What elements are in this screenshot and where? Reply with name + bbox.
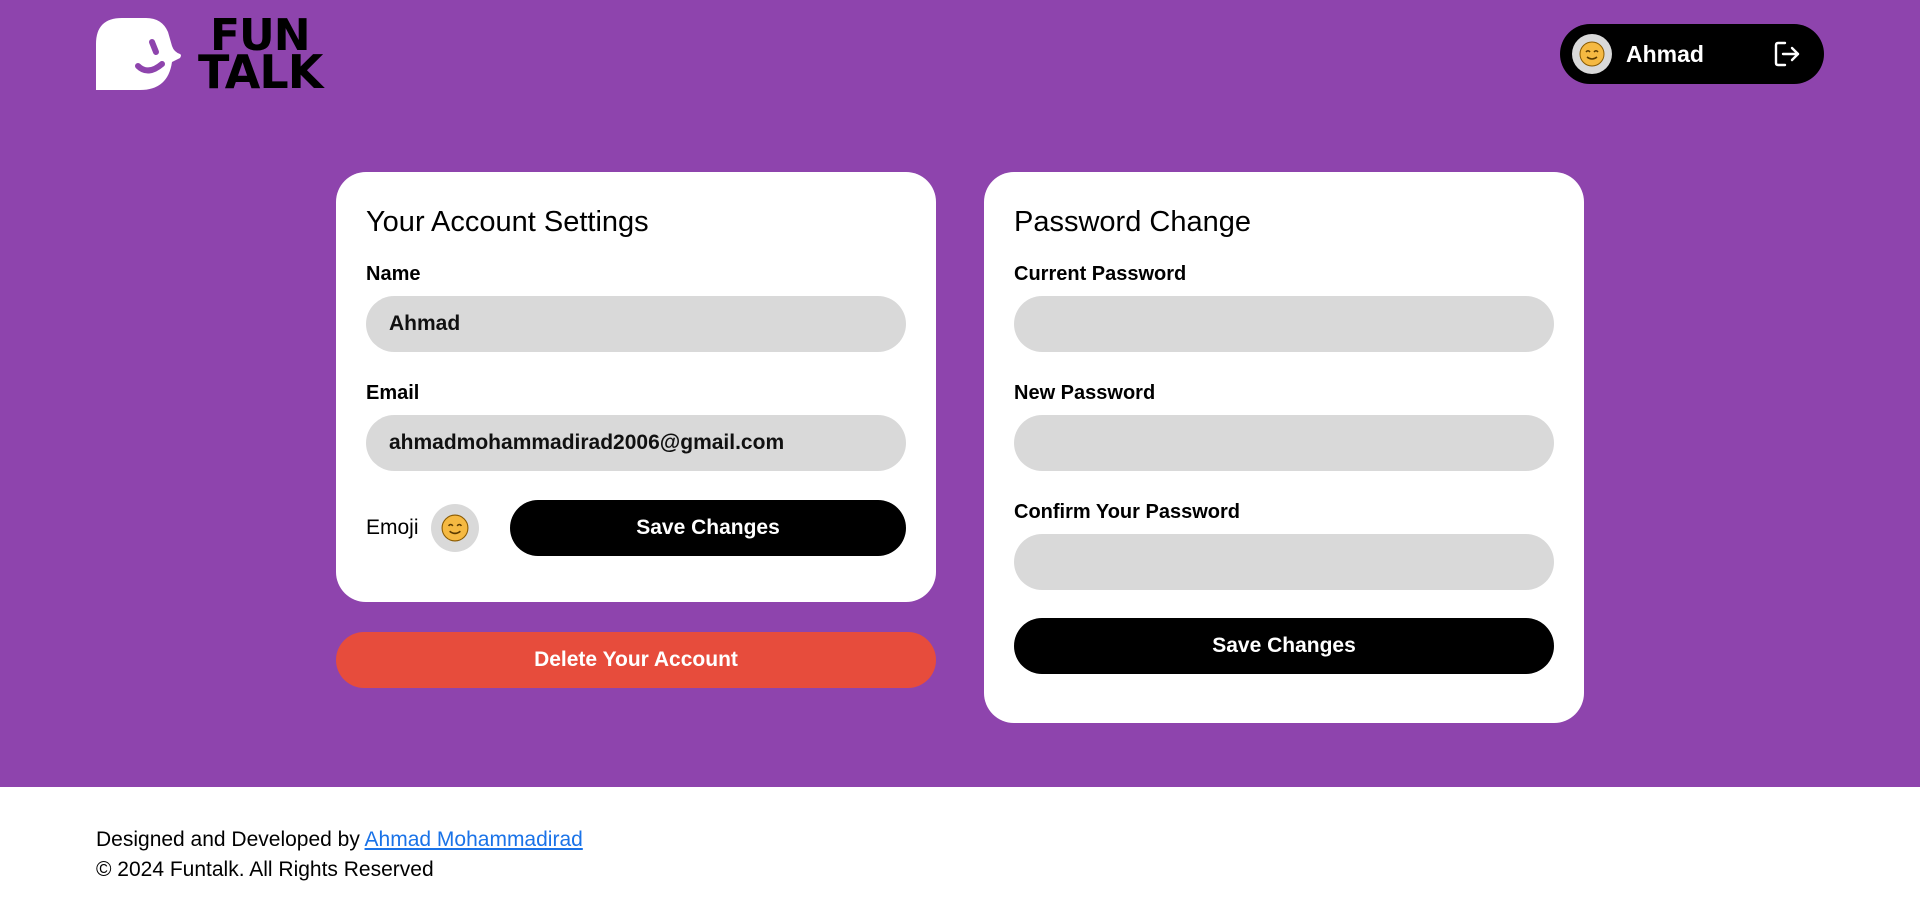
funtalk-logo[interactable]: FUN TALK [96, 14, 323, 99]
user-avatar[interactable] [1572, 34, 1612, 74]
account-settings-card: Your Account Settings Name Email Emoji S… [336, 172, 936, 602]
main-area: FUN TALK Ahmad Your Account Settings Nam… [0, 0, 1920, 787]
confirm-password-label: Confirm Your Password [1014, 501, 1240, 523]
emoji-label: Emoji [366, 516, 419, 539]
logo-wordmark: FUN TALK [198, 14, 323, 99]
emoji-picker-button[interactable] [430, 504, 479, 552]
footer: Designed and Developed by Ahmad Mohammad… [96, 825, 583, 885]
current-password-input[interactable] [1014, 296, 1554, 352]
current-password-label: Current Password [1014, 263, 1187, 285]
save-password-button[interactable]: Save Changes [1014, 618, 1554, 674]
footer-designed-by: Designed and Developed by [96, 828, 360, 851]
email-input[interactable] [366, 415, 906, 471]
logout-icon [1774, 41, 1800, 67]
footer-copyright: © 2024 Funtalk. All Rights Reserved [96, 858, 434, 881]
confirm-password-input[interactable] [1014, 534, 1554, 590]
new-password-label: New Password [1014, 382, 1156, 404]
save-account-button[interactable]: Save Changes [510, 500, 906, 556]
password-change-title: Password Change [1014, 206, 1251, 238]
logo-face-icon [96, 18, 181, 90]
author-link[interactable]: Ahmad Mohammadirad [365, 828, 583, 851]
user-name: Ahmad [1626, 40, 1704, 67]
logo-word-talk: TALK [198, 45, 323, 99]
new-password-input[interactable] [1014, 415, 1554, 471]
logout-button[interactable] [1770, 37, 1804, 71]
password-change-card: Password Change Current Password New Pas… [984, 172, 1584, 723]
email-label: Email [366, 382, 420, 404]
emoji-row: Emoji Save Changes [366, 500, 906, 556]
delete-account-button[interactable]: Delete Your Account [336, 632, 936, 688]
footer-credit: Designed and Developed by Ahmad Mohammad… [96, 825, 583, 855]
smiling-face-icon [1579, 41, 1605, 67]
user-menu: Ahmad [1560, 24, 1824, 84]
name-input[interactable] [366, 296, 906, 352]
name-label: Name [366, 263, 421, 285]
account-settings-title: Your Account Settings [366, 206, 649, 238]
smiling-face-icon [441, 514, 468, 542]
